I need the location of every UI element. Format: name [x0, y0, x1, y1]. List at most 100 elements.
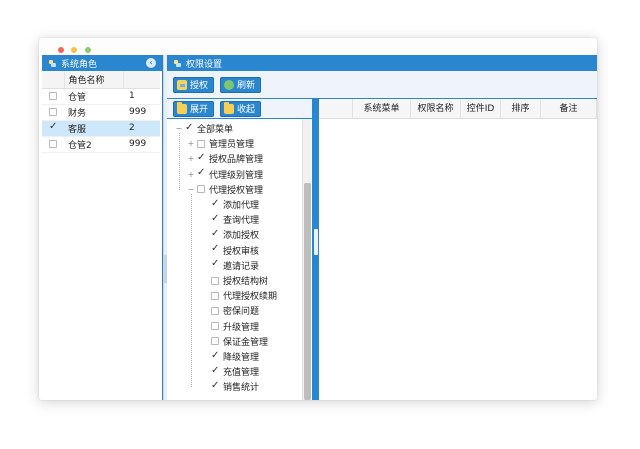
- tree-node-checkbox[interactable]: [197, 139, 205, 148]
- tree-node-checkbox[interactable]: [211, 291, 219, 300]
- tree-node[interactable]: 邀请记录: [201, 258, 259, 273]
- tree-node-checkbox[interactable]: [197, 152, 205, 163]
- tree-node-checkbox[interactable]: [211, 228, 219, 239]
- tree-node-checkbox[interactable]: [211, 243, 219, 254]
- tree-node-checkbox[interactable]: [211, 365, 219, 376]
- role-row[interactable]: 仓管2 999: [42, 136, 160, 153]
- tree-node-checkbox[interactable]: [211, 198, 219, 209]
- tree-node[interactable]: 销售统计: [201, 379, 259, 394]
- role-value: 999: [123, 104, 160, 121]
- grant-button[interactable]: 授权: [173, 76, 215, 93]
- minimize-window-button[interactable]: [71, 47, 77, 53]
- role-checkbox[interactable]: [49, 139, 57, 148]
- tree-node-checkbox[interactable]: [185, 122, 193, 133]
- tree-node-checkbox[interactable]: [211, 350, 219, 361]
- role-row[interactable]: 仓管 1: [42, 88, 160, 105]
- grid-column-header[interactable]: 备注: [541, 99, 597, 119]
- permissions-grid: 系统菜单 权限名称 控件ID 排序 备注: [319, 99, 597, 400]
- tree-node-label: 代理授权管理: [209, 185, 264, 196]
- tree-node-checkbox[interactable]: [197, 185, 205, 194]
- tree-node-checkbox[interactable]: [211, 380, 219, 391]
- tree-node[interactable]: 查询代理: [201, 212, 259, 227]
- tree-node-label: 升级管理: [223, 322, 260, 333]
- tree-node[interactable]: 代理授权续期: [201, 288, 277, 303]
- tree-node-checkbox[interactable]: [211, 213, 219, 224]
- tree-scrollbar-thumb[interactable]: [304, 183, 311, 400]
- tree-node-checkbox[interactable]: [211, 276, 219, 285]
- tree-node-checkbox[interactable]: [211, 258, 219, 269]
- tree-node-label: 充值管理: [223, 368, 260, 379]
- role-row[interactable]: 财务 999: [42, 104, 160, 121]
- chevron-left-icon[interactable]: ‹: [146, 58, 156, 68]
- tree-node[interactable]: 保证金管理: [201, 334, 268, 349]
- tree-node[interactable]: 降级管理: [201, 349, 259, 364]
- collapse-all-button[interactable]: 收起: [220, 100, 262, 117]
- tree-grid-splitter-grip[interactable]: [314, 229, 318, 255]
- maximize-window-button[interactable]: [85, 47, 91, 53]
- tree-node[interactable]: + 管理员管理: [187, 136, 254, 151]
- tree-node[interactable]: + 授权品牌管理: [187, 151, 263, 166]
- permissions-grid-body: [319, 119, 597, 400]
- app-window: 系统角色 ‹ 角色名称 仓管1财务999客服2仓管2999 权限设置 授权: [39, 38, 597, 400]
- role-checkbox[interactable]: [49, 91, 57, 100]
- role-name-column-header: 角色名称: [64, 71, 124, 89]
- collapse-node-icon[interactable]: −: [187, 185, 195, 194]
- role-row-select[interactable]: [42, 104, 64, 121]
- role-checkbox[interactable]: [49, 121, 57, 132]
- role-value: 999: [123, 136, 160, 153]
- expand-node-icon[interactable]: +: [187, 139, 195, 148]
- panel-icon: [48, 59, 57, 68]
- role-row[interactable]: 客服2: [42, 120, 160, 137]
- tree-node-checkbox[interactable]: [197, 167, 205, 178]
- grid-column-header[interactable]: 权限名称: [411, 99, 461, 119]
- grid-column-header[interactable]: 排序: [501, 99, 541, 119]
- refresh-button[interactable]: 刷新: [220, 76, 262, 93]
- tree-node[interactable]: 添加授权: [201, 227, 259, 242]
- tree-node-label: 全部菜单: [197, 125, 234, 135]
- permission-settings-title: 权限设置: [186, 59, 223, 70]
- tree-node[interactable]: 添加代理: [201, 197, 259, 212]
- collapse-node-icon[interactable]: −: [175, 124, 183, 133]
- tree-node-checkbox[interactable]: [211, 337, 219, 346]
- refresh-button-label: 刷新: [237, 81, 256, 91]
- role-row-select[interactable]: [42, 120, 64, 137]
- expand-node-icon[interactable]: +: [187, 154, 195, 163]
- role-checkbox[interactable]: [49, 107, 57, 116]
- tree-node[interactable]: − 全部菜单: [175, 121, 233, 136]
- tree-node-label: 代理级别管理: [209, 170, 264, 181]
- close-window-button[interactable]: [58, 47, 64, 53]
- expand-all-label: 展开: [190, 105, 209, 115]
- role-row-select[interactable]: [42, 88, 64, 105]
- refresh-icon: [224, 79, 235, 90]
- tree-scrollbar[interactable]: [302, 119, 311, 400]
- tree-node-checkbox[interactable]: [211, 322, 219, 331]
- permission-settings-header: 权限设置: [167, 55, 597, 71]
- permission-toolbar: 授权 刷新: [167, 71, 597, 99]
- permissions-grid-header: 系统菜单 权限名称 控件ID 排序 备注: [319, 99, 597, 119]
- window-titlebar: [39, 38, 597, 54]
- role-name: 仓管: [64, 88, 123, 105]
- expand-node-icon[interactable]: +: [187, 170, 195, 179]
- tree-node-label: 管理员管理: [209, 140, 255, 151]
- tree-node-label: 保证金管理: [223, 337, 269, 348]
- role-row-select[interactable]: [42, 136, 64, 153]
- system-roles-panel: 系统角色 ‹ 角色名称 仓管1财务999客服2仓管2999: [42, 55, 163, 400]
- tree-node-label: 授权品牌管理: [209, 155, 264, 166]
- tree-node[interactable]: − 代理授权管理: [187, 182, 263, 197]
- tree-node[interactable]: 授权结构树: [201, 273, 268, 288]
- tree-node-label: 授权审核: [223, 246, 260, 257]
- tree-node[interactable]: 密保问题: [201, 303, 259, 318]
- tree-node[interactable]: 充值管理: [201, 364, 259, 379]
- tree-node[interactable]: 授权审核: [201, 243, 259, 258]
- tree-node[interactable]: 升级管理: [201, 319, 259, 334]
- grid-column-header[interactable]: 系统菜单: [353, 99, 411, 119]
- expand-all-button[interactable]: 展开: [173, 100, 215, 117]
- tree-node[interactable]: + 代理级别管理: [187, 167, 263, 182]
- system-roles-header: 系统角色 ‹: [42, 55, 162, 71]
- role-name: 财务: [64, 104, 123, 121]
- tree-connector: [179, 133, 180, 190]
- tree-node-label: 代理授权续期: [223, 292, 278, 303]
- tree-node-checkbox[interactable]: [211, 306, 219, 315]
- grid-column-header[interactable]: 控件ID: [461, 99, 501, 119]
- tree-node-label: 添加代理: [223, 201, 260, 211]
